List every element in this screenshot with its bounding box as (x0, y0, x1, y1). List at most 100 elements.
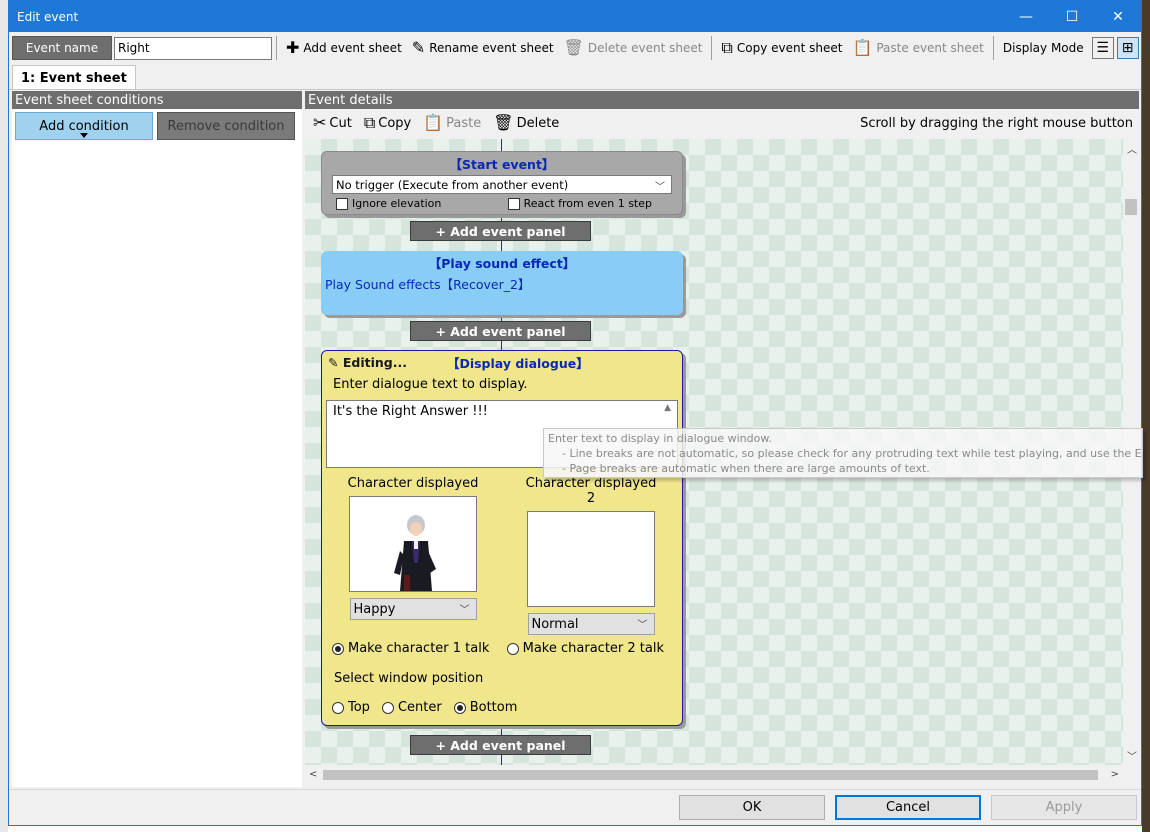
list-mode-icon[interactable]: ☰ (1091, 37, 1114, 59)
scissors-icon: ✂ (313, 113, 327, 132)
close-button[interactable]: ✕ (1095, 1, 1141, 32)
toolbar-separator (711, 36, 713, 60)
ok-button[interactable]: OK (679, 795, 825, 820)
position-top-radio[interactable]: Top (332, 700, 370, 715)
radio-dot[interactable] (332, 642, 344, 655)
add-event-sheet-button[interactable]: ✚ Add event sheet (281, 35, 407, 61)
delete-label: Delete (516, 115, 560, 131)
chevron-down-icon: ﹀ (655, 182, 665, 193)
make-character-1-talk-radio[interactable]: Make character 1 talk (332, 641, 489, 656)
react-one-step-label: React from even 1 step (523, 197, 652, 210)
character-2-column: Character displayed 2 Normal ﹀ (522, 476, 660, 635)
copy-icon: ⧉ (721, 38, 733, 57)
tab-strip: 1: Event sheet (12, 65, 136, 90)
radio-dot[interactable] (506, 642, 519, 655)
react-one-step-checkbox[interactable]: React from even 1 step (507, 197, 652, 210)
rename-event-sheet-label: Rename event sheet (429, 41, 554, 55)
scroll-down-arrow-icon[interactable]: ﹀ (1127, 748, 1137, 763)
conditions-header: Event sheet conditions (12, 91, 302, 109)
clipboard-icon: 📋 (852, 38, 873, 57)
horizontal-scroll-thumb[interactable] (323, 770, 1098, 780)
character-2-label: Character displayed 2 (525, 476, 657, 506)
start-event-panel[interactable]: 【Start event】 No trigger (Execute from a… (321, 151, 683, 215)
cancel-button[interactable]: Cancel (835, 795, 981, 820)
vertical-scroll-thumb[interactable] (1125, 199, 1137, 215)
character-2-expression-select[interactable]: Normal ﹀ (527, 613, 655, 635)
dialogue-instruction: Enter dialogue text to display. (333, 377, 528, 392)
event-name-input[interactable] (114, 36, 272, 60)
maximize-button[interactable]: ☐ (1049, 1, 1095, 32)
scroll-left-arrow-icon[interactable]: < (309, 769, 317, 780)
character-portrait-image (394, 515, 436, 591)
flowchart-mode-icon[interactable]: ⊞ (1116, 37, 1139, 59)
checkbox-box[interactable] (507, 197, 520, 210)
character-1-portrait[interactable] (349, 496, 477, 592)
background-window-left (0, 0, 8, 832)
position-center-radio[interactable]: Center (381, 700, 442, 715)
copy-button[interactable]: ⧉ Copy (358, 110, 417, 136)
cut-label: Cut (329, 115, 352, 131)
paste-button[interactable]: 📋 Paste (417, 110, 487, 136)
event-details-header: Event details (305, 91, 1139, 109)
character-selection: Character displayed Happy ﹀ Character di… (322, 468, 682, 635)
title-bar[interactable]: Edit event — ☐ ✕ (9, 1, 1141, 32)
window-title: Edit event (17, 9, 79, 24)
main-toolbar: Event name ✚ Add event sheet ✎ Rename ev… (9, 34, 1141, 62)
minimize-button[interactable]: — (1003, 1, 1049, 32)
rename-event-sheet-button[interactable]: ✎ Rename event sheet (407, 35, 559, 61)
checkbox-box[interactable] (336, 197, 348, 210)
scroll-right-arrow-icon[interactable]: > (1111, 769, 1119, 780)
delete-event-sheet-button[interactable]: 🗑 Delete event sheet (559, 35, 708, 61)
start-event-options: Ignore elevation React from even 1 step (322, 194, 682, 210)
background-window-right (1142, 0, 1150, 832)
paste-event-sheet-button[interactable]: 📋 Paste event sheet (847, 35, 988, 61)
horizontal-scrollbar[interactable]: < > (305, 767, 1123, 783)
dialogue-text-tooltip: Enter text to display in dialogue window… (543, 428, 1143, 478)
copy-label: Copy (378, 115, 412, 131)
play-sound-panel[interactable]: 【Play sound effect】 Play Sound effects【R… (321, 251, 683, 315)
delete-button[interactable]: 🗑 Delete (487, 110, 565, 136)
condition-buttons: Add condition Remove condition (12, 109, 302, 143)
window-position-label: Select window position (334, 671, 484, 686)
character-1-expression-value: Happy (353, 601, 396, 617)
tab-event-sheet-1[interactable]: 1: Event sheet (12, 65, 136, 90)
copy-event-sheet-button[interactable]: ⧉ Copy event sheet (716, 35, 847, 61)
event-details-toolbar: ✂ Cut ⧉ Copy 📋 Paste 🗑 Delete Scroll by … (305, 109, 1139, 137)
radio-dot[interactable] (332, 701, 344, 714)
delete-event-sheet-label: Delete event sheet (587, 41, 703, 55)
edit-event-window: Edit event — ☐ ✕ Event name ✚ Add event … (8, 0, 1142, 826)
apply-button[interactable]: Apply (991, 795, 1137, 820)
radio-dot[interactable] (453, 701, 466, 714)
trigger-select-value: No trigger (Execute from another event) (336, 177, 569, 192)
pencil-icon: ✎ (411, 38, 426, 57)
add-event-panel-button[interactable]: + Add event panel (410, 321, 591, 341)
tab-divider (9, 89, 1141, 90)
make-character-2-talk-label: Make character 2 talk (522, 641, 664, 656)
paste-label: Paste (446, 115, 482, 131)
tooltip-line-2: - Line breaks are not automatic, so plea… (562, 447, 1143, 460)
chevron-down-icon: ﹀ (637, 620, 648, 631)
trigger-select[interactable]: No trigger (Execute from another event) … (332, 175, 672, 194)
character-2-portrait[interactable] (527, 511, 655, 607)
add-condition-button[interactable]: Add condition (15, 112, 153, 140)
position-center-label: Center (397, 700, 442, 715)
radio-dot[interactable] (381, 701, 394, 714)
ignore-elevation-checkbox[interactable]: Ignore elevation (336, 197, 441, 210)
dropdown-caret-icon (80, 133, 88, 138)
talk-selection: Make character 1 talk Make character 2 t… (322, 635, 682, 656)
make-character-2-talk-radio[interactable]: Make character 2 talk (506, 641, 664, 656)
make-character-1-talk-label: Make character 1 talk (348, 641, 490, 656)
remove-condition-button[interactable]: Remove condition (157, 112, 295, 140)
dialogue-text-value: It's the Right Answer !!! (333, 404, 488, 419)
character-1-expression-select[interactable]: Happy ﹀ (349, 598, 477, 620)
scroll-up-arrow-icon[interactable]: ︿ (1127, 141, 1137, 156)
copy-icon: ⧉ (363, 113, 376, 132)
position-bottom-radio[interactable]: Bottom (453, 700, 517, 715)
add-event-panel-button[interactable]: + Add event panel (410, 221, 591, 241)
character-2-expression-value: Normal (531, 616, 579, 632)
display-dialogue-panel[interactable]: ✎ Editing... 【Display dialogue】 Enter di… (321, 350, 683, 726)
cut-button[interactable]: ✂ Cut (307, 110, 358, 136)
add-event-panel-button[interactable]: + Add event panel (410, 735, 591, 755)
play-sound-title: 【Play sound effect】 (428, 256, 576, 271)
scroll-up-arrow-icon[interactable]: ▲ (664, 403, 671, 413)
